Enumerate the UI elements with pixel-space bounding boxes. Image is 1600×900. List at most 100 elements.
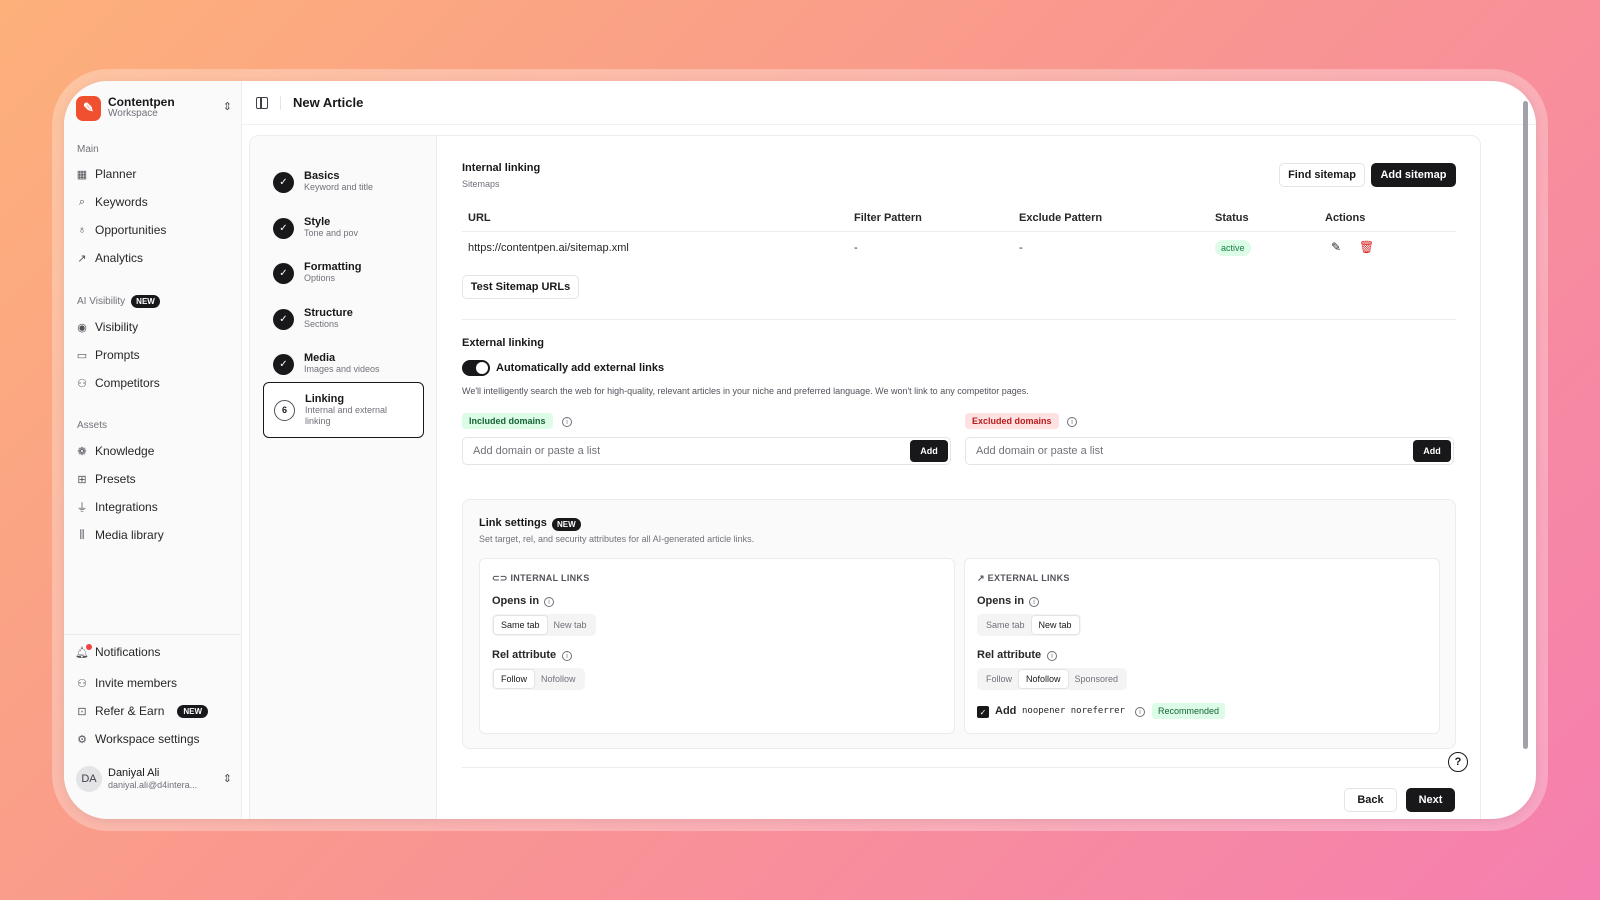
sidebar-item-integrations[interactable]: ⏚ Integrations [76,497,158,517]
workspace-name: Contentpen [108,95,175,109]
chevron-updown-icon: ⇕ [222,773,232,785]
col-filter: Filter Pattern [854,212,922,224]
rel-attribute-label: Rel attribute [492,649,557,661]
sidebar-item-visibility[interactable]: ◉ Visibility [76,317,138,337]
info-icon[interactable]: i [544,597,554,607]
included-domain-input[interactable]: Add domain or paste a list Add [462,437,951,465]
sidebar-divider [64,634,242,635]
info-icon[interactable]: i [1047,651,1057,661]
info-icon[interactable]: i [1029,597,1039,607]
scrollbar[interactable] [1523,101,1528,749]
opens-in-label: Opens in [977,595,1025,607]
add-included-domain-button[interactable]: Add [910,440,948,462]
next-button[interactable]: Next [1406,788,1455,812]
step-formatting[interactable]: ✓ Formatting Options [263,247,424,299]
info-icon[interactable]: i [1067,417,1077,427]
auto-external-links-toggle[interactable] [462,360,490,376]
external-linking-desc: We'll intelligently search the web for h… [462,386,1029,396]
sidebar-item-presets[interactable]: ⊞ Presets [76,469,135,489]
sidebar-item-refer-earn[interactable]: ⊡ Refer & Earn NEW [76,701,209,721]
sidebar-item-media-library[interactable]: ⫼ Media library [76,525,163,545]
sidebar-item-planner[interactable]: ▦ Planner [76,164,137,184]
add-sitemap-button[interactable]: Add sitemap [1371,163,1456,187]
link-settings-panel: Link settings NEW Set target, rel, and s… [462,499,1456,749]
info-icon[interactable]: i [562,417,572,427]
step-basics[interactable]: ✓ Basics Keyword and title [263,156,424,208]
step-linking[interactable]: 6 Linking Internal and external linking [263,382,424,438]
external-linking-title: External linking [462,337,544,349]
back-button[interactable]: Back [1344,788,1397,812]
calendar-icon: ▦ [76,168,88,181]
page-title: New Article [293,95,364,110]
excluded-domains-label: Excluded domains [965,413,1059,429]
external-links-title: ↗ EXTERNAL LINKS [977,573,1070,583]
internal-linking-title: Internal linking [462,162,541,174]
user-email: daniyal.ali@d4intera... [108,780,198,790]
exclude-pattern: - [1019,242,1023,254]
help-icon[interactable]: ? [1448,752,1468,772]
eye-icon: ◉ [77,321,87,334]
message-icon: ▭ [76,349,88,362]
check-icon: ✓ [273,308,294,330]
status-badge: active [1215,240,1251,256]
follow-option[interactable]: Follow [979,670,1019,688]
follow-option[interactable]: Follow [494,670,535,688]
link-icon: ⊂⊃ [492,573,508,583]
find-sitemap-button[interactable]: Find sitemap [1279,163,1365,187]
sidebar-item-opportunities[interactable]: ♁ Opportunities [76,220,167,240]
library-icon: ⫼ [79,528,85,541]
sitemap-url: https://contentpen.ai/sitemap.xml [468,242,629,254]
new-badge: NEW [552,518,581,531]
new-tab-option[interactable]: New tab [1031,616,1079,634]
section-divider [462,319,1456,320]
info-icon[interactable]: i [1135,707,1145,717]
test-sitemap-urls-button[interactable]: Test Sitemap URLs [462,275,579,299]
sidebar-item-knowledge[interactable]: ❁ Knowledge [76,441,154,461]
link-settings-desc: Set target, rel, and security attributes… [479,534,755,544]
check-icon: ✓ [273,353,294,375]
noopener-checkbox[interactable]: ✓ [977,706,989,718]
link-settings-title: Link settings [479,517,547,529]
workspace-switcher[interactable]: ✎ Contentpen Workspace ⇕ [76,94,232,122]
plug-icon: ⏚ [76,502,88,514]
users-icon: ⚇ [77,377,87,390]
internal-links-box: ⊂⊃ INTERNAL LINKS Opens in i Same tab Ne… [479,558,955,734]
sidebar: ✎ Contentpen Workspace ⇕ Main ▦ Planner ⌕… [64,81,242,819]
sidebar-item-keywords[interactable]: ⌕ Keywords [76,192,148,212]
same-tab-option[interactable]: Same tab [979,616,1032,634]
user-menu[interactable]: DA Daniyal Ali daniyal.ali@d4intera... ⇕ [76,764,232,794]
sponsored-option[interactable]: Sponsored [1068,670,1126,688]
sidebar-item-prompts[interactable]: ▭ Prompts [76,345,140,365]
new-tab-option[interactable]: New tab [547,616,594,634]
sidebar-toggle-icon[interactable] [256,96,268,109]
col-actions: Actions [1325,212,1366,224]
excluded-domain-input[interactable]: Add domain or paste a list Add [965,437,1454,465]
internal-links-title: ⊂⊃ INTERNAL LINKS [492,573,590,583]
edit-icon[interactable]: ✎ [1331,240,1341,254]
user-plus-icon: ⚇ [77,677,87,690]
arrow-up-right-icon: ↗ [977,573,985,583]
contentpen-logo-icon: ✎ [76,95,101,121]
add-excluded-domain-button[interactable]: Add [1413,440,1451,462]
nofollow-option[interactable]: Nofollow [1019,670,1068,688]
sidebar-item-notifications[interactable]: 🔔︎ Notifications [75,642,160,662]
sidebar-item-workspace-settings[interactable]: ⚙ Workspace settings [76,729,199,749]
user-name: Daniyal Ali [108,767,160,779]
sidebar-item-analytics[interactable]: ↗ Analytics [76,248,143,268]
trash-icon[interactable]: 🗑︎ [1359,240,1374,254]
nofollow-option[interactable]: Nofollow [534,670,583,688]
col-status: Status [1215,212,1249,224]
sidebar-item-invite-members[interactable]: ⚇ Invite members [76,673,177,693]
section-label-assets: Assets [77,420,108,431]
check-icon: ✓ [273,217,294,239]
step-number: 6 [274,399,295,421]
same-tab-option[interactable]: Same tab [494,616,547,634]
external-rel-toggle: Follow Nofollow Sponsored [977,668,1128,690]
info-icon[interactable]: i [562,651,572,661]
table-divider [462,231,1456,232]
external-opens-in-toggle: Same tab New tab [977,614,1081,636]
col-exclude: Exclude Pattern [1019,212,1103,224]
divider [280,95,281,110]
sidebar-item-competitors[interactable]: ⚇ Competitors [76,373,160,393]
check-icon: ✓ [273,262,294,284]
